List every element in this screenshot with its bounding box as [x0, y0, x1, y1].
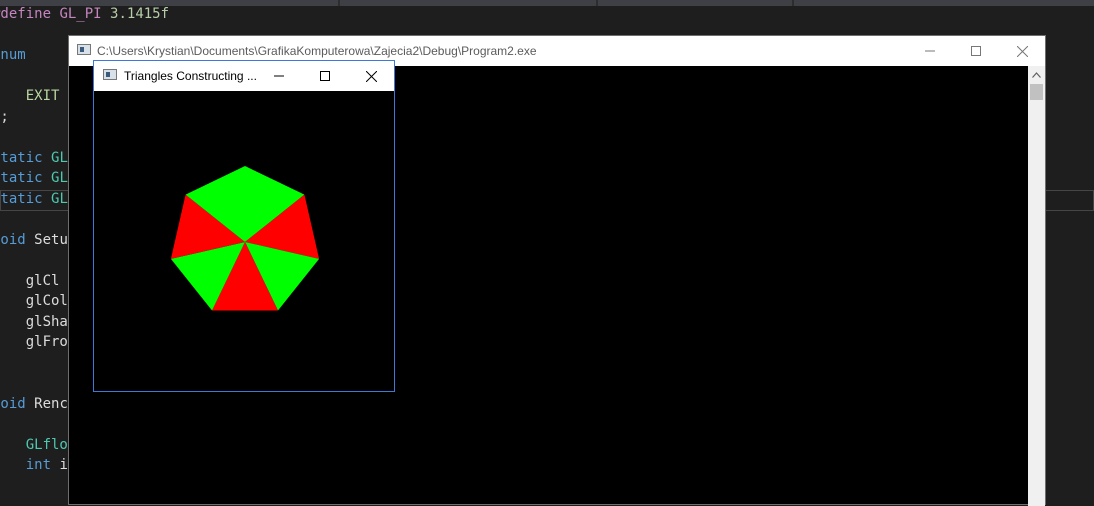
code-token: 3.1415f: [110, 6, 169, 22]
maximize-icon: [971, 46, 981, 56]
scrollbar-thumb[interactable]: [1030, 84, 1043, 100]
code-token: GL: [51, 170, 68, 186]
code-token: #define: [0, 6, 59, 22]
gl-app-icon: [103, 69, 117, 80]
code-token: [0, 88, 26, 104]
code-token: glSha: [0, 314, 68, 330]
code-token: enum: [0, 47, 26, 63]
code-line: glSha: [0, 312, 68, 332]
maximize-icon: [320, 71, 330, 81]
code-token: i: [51, 457, 68, 473]
chevron-up-icon: [1032, 72, 1041, 78]
code-token: };: [0, 109, 9, 125]
close-button[interactable]: [999, 36, 1045, 66]
gl-maximize-button[interactable]: [302, 61, 348, 91]
code-token: GLflo: [26, 437, 68, 453]
code-line: EXIT: [0, 86, 59, 106]
close-icon: [366, 71, 377, 82]
code-line: enum: [0, 45, 26, 65]
console-app-icon: [77, 44, 91, 55]
gl-minimize-button[interactable]: [256, 61, 302, 91]
code-line: int i: [0, 455, 68, 475]
code-token: glCl: [0, 273, 59, 289]
code-line: static GL: [0, 168, 68, 188]
code-line: static GL: [0, 148, 68, 168]
code-token: void: [0, 396, 34, 412]
code-line: glFro: [0, 332, 68, 352]
code-token: void: [0, 232, 34, 248]
gl-titlebar[interactable]: Triangles Constructing ...: [94, 61, 394, 91]
code-line: GLflo: [0, 435, 68, 455]
code-token: glFro: [0, 334, 68, 350]
scroll-up-button[interactable]: [1028, 66, 1045, 83]
code-line: void Setu: [0, 230, 68, 250]
code-token: [0, 437, 26, 453]
code-token: [102, 6, 110, 22]
code-token: [0, 457, 26, 473]
gl-window-title: Triangles Constructing ...: [124, 61, 257, 91]
code-token: GL: [51, 150, 68, 166]
code-token: EXIT: [26, 88, 60, 104]
code-line: };: [0, 107, 9, 127]
code-token: GL: [51, 191, 68, 207]
minimize-icon: [274, 71, 284, 81]
code-token: static: [0, 150, 51, 166]
console-scrollbar[interactable]: [1028, 66, 1045, 506]
gl-render-canvas: [94, 91, 394, 391]
code-line: void Renc: [0, 394, 68, 414]
code-token: glCol: [0, 293, 68, 309]
editor-tab[interactable]: [340, 0, 596, 6]
editor-tab[interactable]: [598, 0, 792, 6]
code-token: GL_PI: [59, 6, 101, 22]
minimize-icon: [925, 46, 935, 56]
gl-window[interactable]: Triangles Constructing ...: [93, 60, 395, 392]
code-line: #define GL_PI 3.1415f: [0, 4, 169, 24]
code-line: glCl: [0, 271, 59, 291]
gl-close-button[interactable]: [348, 61, 394, 91]
editor-tab[interactable]: [794, 0, 1094, 6]
close-icon: [1017, 46, 1028, 57]
code-line: glCol: [0, 291, 68, 311]
minimize-button[interactable]: [907, 36, 953, 66]
code-token: Setu: [34, 232, 68, 248]
code-token: static: [0, 191, 51, 207]
code-token: Renc: [34, 396, 68, 412]
maximize-button[interactable]: [953, 36, 999, 66]
code-token: int: [26, 457, 51, 473]
code-line: static GL: [0, 189, 68, 209]
code-token: static: [0, 170, 51, 186]
